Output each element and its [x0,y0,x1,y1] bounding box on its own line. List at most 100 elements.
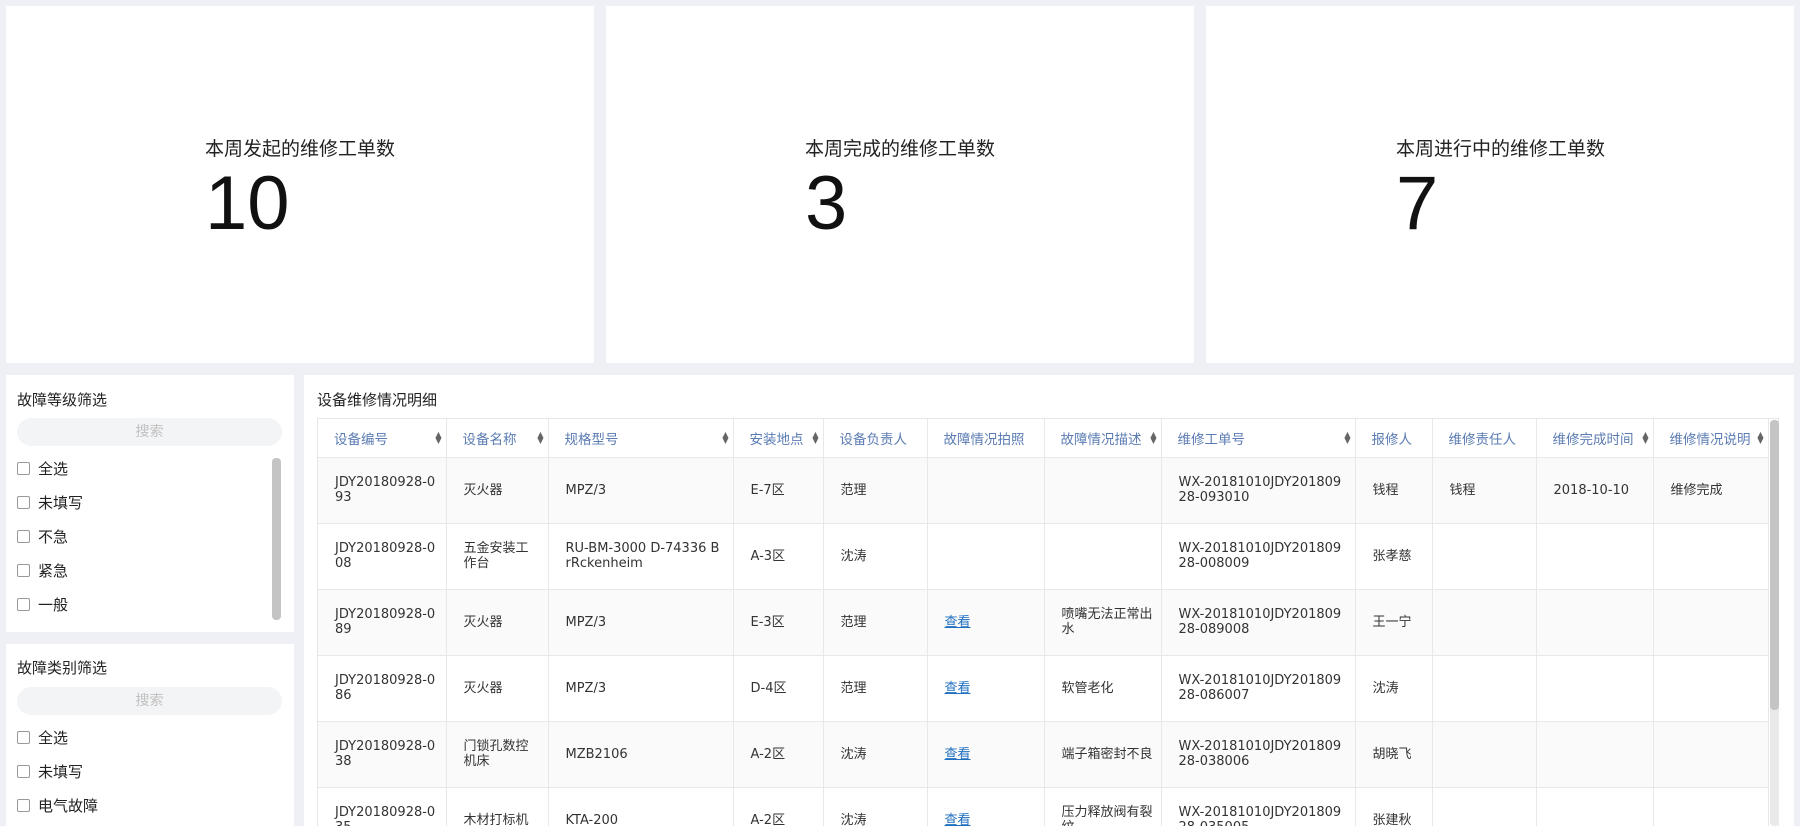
table-cell: D-4区 [733,655,824,722]
table-row: JDY20180928-089 灭火器 MPZ/3 E-3区 范理 查看 喷嘴无… [318,589,1769,656]
table-cell: 钱程 [1355,457,1433,524]
checkbox[interactable] [17,461,30,475]
table-cell: MPZ/3 [548,589,734,656]
filter-option[interactable]: 电气故障 [17,788,267,822]
table-cell: 维修完成 [1653,457,1769,524]
table-cell: 灭火器 [446,589,549,656]
column-header[interactable]: 维修工单号 ▲ ▼ [1161,419,1356,458]
fault-category-filter-panel: 故障类别筛选 全选 未填写 电气故障 [6,644,294,826]
sort-icon[interactable]: ▲ ▼ [812,431,818,445]
table-cell: 范理 [823,589,928,656]
table-cell: MZB2106 [548,721,734,788]
table-scrollbar-thumb[interactable] [1770,420,1779,710]
table-cell [1536,523,1654,590]
filter-option[interactable]: 全选 [17,451,267,485]
checkbox[interactable] [17,764,30,778]
filter-search-input[interactable] [17,418,282,446]
table-cell: 范理 [823,655,928,722]
filter-option-label: 全选 [38,728,69,747]
kpi-value: 3 [805,161,848,246]
column-header[interactable]: 安装地点 ▲ ▼ [733,419,824,458]
sort-icon[interactable]: ▲ ▼ [722,431,728,445]
table-cell: A-2区 [733,721,824,788]
table-row: JDY20180928-035 木材打标机 KTA-200 A-2区 沈涛 查看… [318,787,1769,826]
sort-icon[interactable]: ▲ ▼ [435,431,441,445]
filter-option-label: 电气故障 [38,796,99,815]
fault-level-filter-panel: 故障等级筛选 全选 未填写 不急 紧急 一般 [6,375,294,632]
table-cell: 灭火器 [446,655,549,722]
table-cell [1536,589,1654,656]
view-photo-link[interactable]: 查看 [945,681,971,696]
column-header-label: 设备负责人 [839,431,908,448]
column-header[interactable]: 维修情况说明 ▲ ▼ [1653,419,1769,458]
filter-option[interactable]: 不急 [17,519,267,553]
checkbox[interactable] [17,529,30,543]
filter-option-label: 紧急 [38,561,69,580]
column-header[interactable]: 设备编号 ▲ ▼ [318,419,447,458]
checkbox[interactable] [17,495,30,509]
table-cell: 五金安装工作台 [446,523,549,590]
table-cell [1536,655,1654,722]
table-cell: 端子箱密封不良 [1044,721,1162,788]
checkbox[interactable] [17,730,30,744]
filter-option[interactable]: 未填写 [17,485,267,519]
sort-icon[interactable]: ▲ ▼ [1757,431,1763,445]
filter-list: 全选 未填写 电气故障 [17,720,267,822]
column-header-label: 安装地点 [749,431,804,448]
table-cell [1044,457,1162,524]
repair-detail-table: 设备编号 ▲ ▼ 设备名称 ▲ ▼ 规格型号 ▲ ▼ 安装地点 ▲ ▼ 设备负责人 故障情况拍照… [317,418,1779,826]
column-header-label: 设备编号 [334,431,388,448]
filter-search-input[interactable] [17,687,282,715]
table-cell [1653,523,1769,590]
view-photo-link[interactable]: 查看 [945,747,971,762]
table-cell: E-7区 [733,457,824,524]
table-cell: 钱程 [1432,457,1537,524]
filter-option[interactable]: 未填写 [17,754,267,788]
filter-option[interactable]: 一般 [17,587,267,621]
table-cell [1044,523,1162,590]
table-cell [1432,589,1537,656]
view-photo-link[interactable]: 查看 [945,813,971,826]
column-header[interactable]: 维修完成时间 ▲ ▼ [1536,419,1654,458]
view-photo-link[interactable]: 查看 [945,615,971,630]
table-cell: 查看 [927,655,1045,722]
checkbox[interactable] [17,563,30,577]
column-header-label: 维修责任人 [1448,431,1517,448]
filter-option-label: 全选 [38,459,69,478]
filter-list: 全选 未填写 不急 紧急 一般 [17,451,267,621]
table-cell [1432,655,1537,722]
table-cell: 王一宁 [1355,589,1433,656]
table-cell: E-3区 [733,589,824,656]
sort-icon[interactable]: ▲ ▼ [537,431,543,445]
column-header[interactable]: 规格型号 ▲ ▼ [548,419,734,458]
table-cell [1432,721,1537,788]
checkbox[interactable] [17,597,30,611]
filter-option[interactable]: 全选 [17,720,267,754]
table-cell [927,523,1045,590]
table-cell [1432,787,1537,826]
column-header-label: 故障情况拍照 [943,431,1025,448]
kpi-title: 本周进行中的维修工单数 [1396,138,1606,160]
sort-icon[interactable]: ▲ ▼ [1344,431,1350,445]
checkbox[interactable] [17,798,30,812]
sort-icon[interactable]: ▲ ▼ [1150,431,1156,445]
table-cell: 沈涛 [1355,655,1433,722]
table-cell [1536,787,1654,826]
column-header-label: 维修情况说明 [1669,431,1751,448]
table-cell: JDY20180928-035 [318,787,447,826]
table-cell: WX-20181010JDY20180928-093010 [1161,457,1356,524]
filter-title: 故障等级筛选 [17,391,108,409]
table-cell: 张建秋 [1355,787,1433,826]
filter-option[interactable]: 紧急 [17,553,267,587]
scrollbar-thumb[interactable] [272,458,281,620]
sort-icon[interactable]: ▲ ▼ [1642,431,1648,445]
filter-option-label: 未填写 [38,762,84,781]
table-row: JDY20180928-038 门锁孔数控机床 MZB2106 A-2区 沈涛 … [318,721,1769,788]
column-header: 设备负责人 [823,419,928,458]
kpi-title: 本周发起的维修工单数 [205,138,396,160]
kpi-title: 本周完成的维修工单数 [805,138,996,160]
table-cell: WX-20181010JDY20180928-035005 [1161,787,1356,826]
table-cell [927,457,1045,524]
column-header[interactable]: 故障情况描述 ▲ ▼ [1044,419,1162,458]
column-header[interactable]: 设备名称 ▲ ▼ [446,419,549,458]
